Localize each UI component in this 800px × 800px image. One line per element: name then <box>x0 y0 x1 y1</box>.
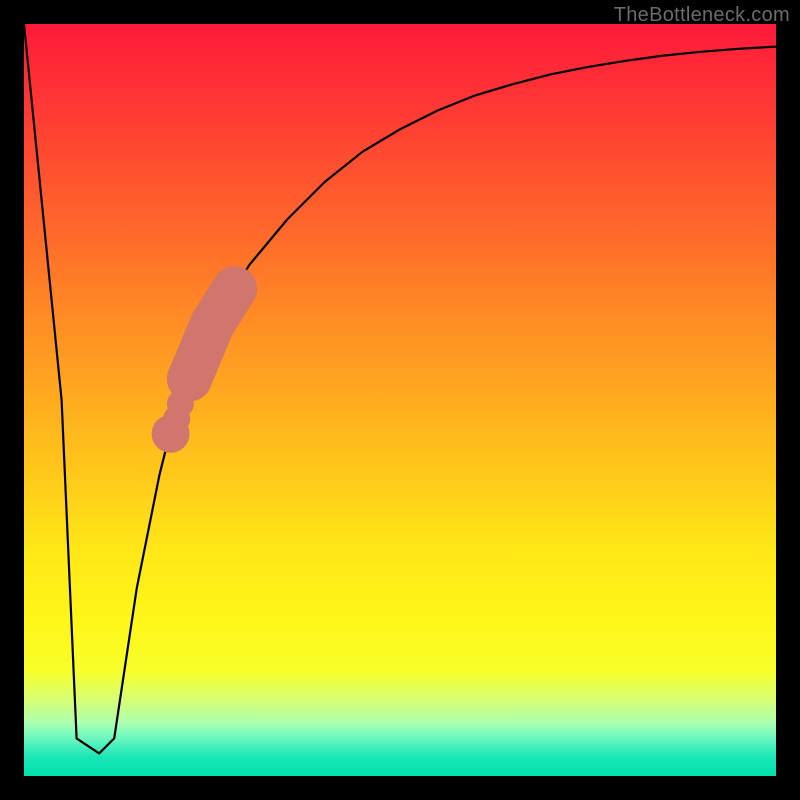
chart-svg <box>24 24 776 776</box>
highlight-band <box>189 289 234 379</box>
plot-area <box>24 24 776 776</box>
highlight-dot <box>152 415 190 453</box>
curve-path <box>24 24 776 753</box>
chart-container: TheBottleneck.com <box>0 0 800 800</box>
highlight-segment <box>152 289 235 453</box>
curve-line <box>24 24 776 753</box>
